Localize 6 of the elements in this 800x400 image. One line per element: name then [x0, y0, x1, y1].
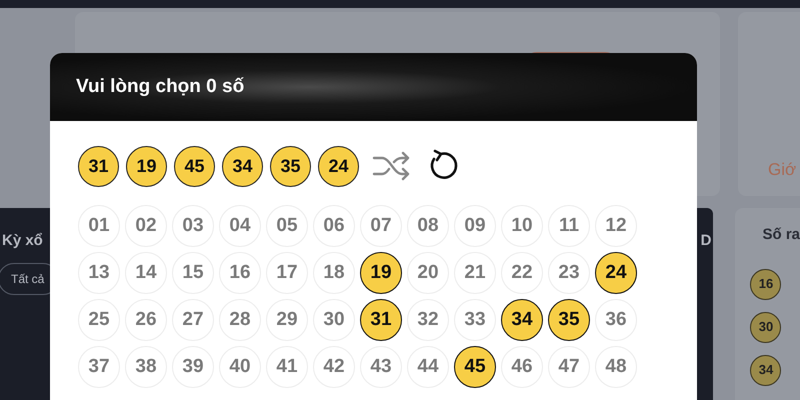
card-text: Giớ [768, 160, 796, 179]
shuffle-icon [372, 149, 412, 183]
filter-label: Kỳ xổ [1, 231, 44, 251]
column-header: D [700, 231, 712, 251]
side-title: Số ra [762, 225, 800, 245]
dialog-title: Vui lòng chọn 0 số [76, 74, 244, 99]
